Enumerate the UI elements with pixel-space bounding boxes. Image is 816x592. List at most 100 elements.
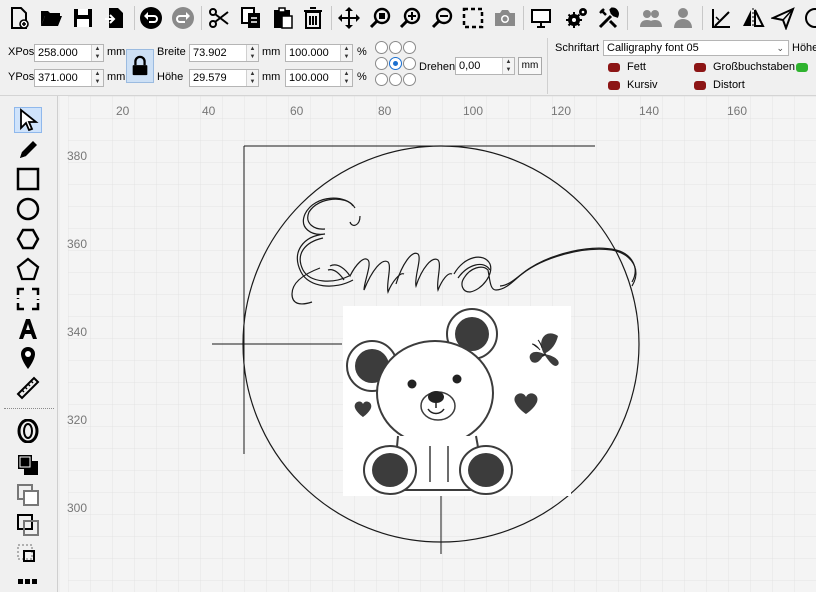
target-icon[interactable] [802,4,816,32]
anchor-top-left[interactable] [375,41,388,54]
xpos-label: XPos [8,46,35,58]
chevron-down-icon: ⌄ [776,43,784,53]
ypos-input[interactable]: 371.000 ▲ ▼ [34,69,104,87]
send-icon[interactable] [770,4,796,32]
settings-icon[interactable] [564,4,590,32]
select-frame-icon[interactable] [460,4,486,32]
grid-array-tool[interactable] [14,574,42,592]
scale-y-value: 100.000 [289,72,329,84]
users-icon[interactable] [638,4,664,32]
anchor-middle-left[interactable] [375,57,388,70]
text-tool[interactable] [14,316,42,342]
caps-toggle[interactable] [694,63,706,72]
subtract-icon [17,484,39,506]
ruler-x-label: 80 [378,104,392,118]
pentagon-icon [16,257,40,281]
anchor-bottom-left[interactable] [375,73,388,86]
ypos-value: 371.000 [38,72,78,84]
user-icon[interactable] [670,4,696,32]
measure-tool[interactable] [14,375,42,401]
width-spinner[interactable]: ▲ ▼ [246,45,258,61]
offset-tool[interactable] [14,418,42,444]
xpos-value: 258.000 [38,47,78,59]
scale-y-spinner[interactable]: ▲ ▼ [340,70,352,86]
monitor-icon[interactable] [528,4,554,32]
width-value: 73.902 [193,47,227,59]
distort-toggle[interactable] [694,81,706,90]
width-label: Breite [157,46,186,58]
caps-label: Großbuchstaben [713,61,795,73]
zoom-page-icon[interactable] [368,4,394,32]
paste-icon[interactable] [270,4,296,32]
scale-y-input[interactable]: 100.000 ▲ ▼ [285,69,353,87]
lock-aspect-button[interactable] [126,49,154,83]
undo-icon[interactable] [138,4,164,32]
boolean-exclude-tool[interactable] [14,542,42,568]
italic-toggle[interactable] [608,81,620,90]
anchor-top-right[interactable] [403,41,416,54]
width-input[interactable]: 73.902 ▲ ▼ [189,44,259,62]
select-tool[interactable] [14,107,42,133]
scale-x-spinner[interactable]: ▲ ▼ [340,45,352,61]
boolean-subtract-tool[interactable] [14,482,42,508]
zoom-in-icon[interactable] [398,4,424,32]
anchor-middle-right[interactable] [403,57,416,70]
anchor-center[interactable] [389,57,402,70]
height-input[interactable]: 29.579 ▲ ▼ [189,69,259,87]
camera-icon[interactable] [492,4,518,32]
pencil-icon [20,141,37,158]
bold-toggle[interactable] [608,63,620,72]
font-height-label: Höhe [792,42,816,54]
boolean-union-tool[interactable] [14,452,42,478]
polygon-tool[interactable] [14,226,42,252]
move-icon[interactable] [336,4,362,32]
mirror-icon[interactable] [740,4,766,32]
zoom-out-icon[interactable] [430,4,456,32]
open-folder-icon[interactable] [38,4,64,32]
caps-indicator[interactable] [796,63,808,72]
height-value: 29.579 [193,72,227,84]
ruler-x-label: 20 [116,104,130,118]
delete-icon[interactable] [300,4,326,32]
cut-icon[interactable] [206,4,232,32]
xpos-input[interactable]: 258.000 ▲ ▼ [34,44,104,62]
rotate-value: 0,00 [459,60,481,72]
scale-x-input[interactable]: 100.000 ▲ ▼ [285,44,353,62]
teddy-bear-image[interactable] [343,306,571,496]
anchor-bottom-right[interactable] [403,73,416,86]
ellipse-tool[interactable] [14,196,42,222]
left-toolbar [0,96,58,592]
ypos-spinner[interactable]: ▲ ▼ [91,70,103,86]
canvas-drawing[interactable] [60,96,816,592]
rotate-spinner[interactable]: ▲ ▼ [502,58,514,74]
ruler-x-label: 100 [463,104,484,118]
pen-tool[interactable] [14,137,42,163]
align-icon[interactable] [708,4,734,32]
frame-tool[interactable] [14,286,42,312]
ruler-y-label: 300 [67,501,88,515]
save-icon[interactable] [70,4,96,32]
design-canvas[interactable]: 20 40 60 80 100 120 140 160 380 360 340 … [60,96,816,592]
redo-icon[interactable] [170,4,196,32]
anchor-bottom-center[interactable] [389,73,402,86]
height-spinner[interactable]: ▲ ▼ [246,70,258,86]
frame-corners-icon [16,287,40,311]
location-pin-icon [21,347,35,369]
unit-toggle-button[interactable]: mm [518,57,542,75]
tools-icon[interactable] [596,4,622,32]
xpos-spinner[interactable]: ▲ ▼ [91,45,103,61]
new-file-icon[interactable] [6,4,32,32]
boolean-intersect-tool[interactable] [14,512,42,538]
freeform-polygon-tool[interactable] [14,256,42,282]
import-icon[interactable] [102,4,128,32]
anchor-top-center[interactable] [389,41,402,54]
rectangle-tool[interactable] [14,166,42,192]
position-tool[interactable] [14,345,42,371]
ypos-label: YPos [8,71,35,83]
font-select[interactable]: Calligraphy font 05 ⌄ [603,40,789,56]
copy-icon[interactable] [238,4,264,32]
distort-label: Distort [713,79,745,91]
circle-icon [16,197,40,221]
rotate-input[interactable]: 0,00 ▲ ▼ [455,57,515,75]
bold-label: Fett [627,61,646,73]
